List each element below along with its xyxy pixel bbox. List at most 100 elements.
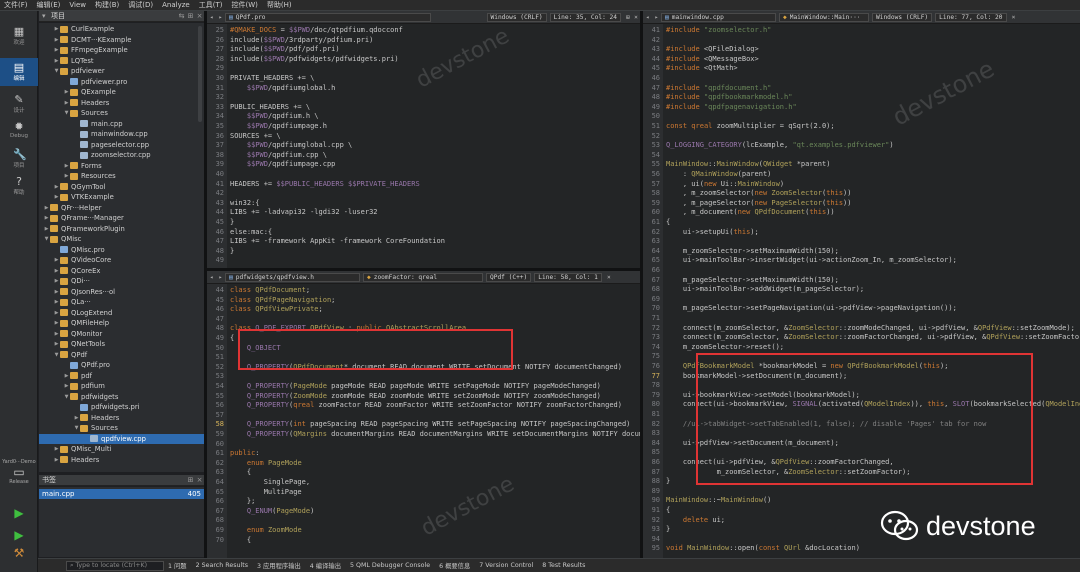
- tree-item[interactable]: pageselector.cpp: [39, 140, 204, 151]
- forward-icon[interactable]: ▸: [216, 14, 225, 21]
- close-icon[interactable]: ×: [605, 274, 613, 281]
- editor-qpdf-pro[interactable]: 25 #QMAKE_DOCS = $$PWD/doc/qtpdfium.qdocc…: [207, 24, 640, 268]
- chevron-right-icon[interactable]: ▶: [53, 194, 60, 200]
- tree-item[interactable]: ▶ QFr···Helper: [39, 203, 204, 214]
- tree-item[interactable]: ▶ QFrame···Manager: [39, 213, 204, 224]
- tree-item[interactable]: ▶ CurlExample: [39, 24, 204, 35]
- tree-item[interactable]: ▶ LQTest: [39, 56, 204, 67]
- encoding-label[interactable]: Windows (CRLF): [872, 12, 933, 22]
- tree-item[interactable]: main.cpp: [39, 119, 204, 130]
- chevron-right-icon[interactable]: ▶: [53, 58, 60, 64]
- tree-item[interactable]: pdfviewer.pro: [39, 77, 204, 88]
- menu-item[interactable]: 控件(W): [231, 0, 257, 10]
- tree-item[interactable]: QMisc.pro: [39, 245, 204, 256]
- tree-item[interactable]: ▶ DCMT···KExample: [39, 35, 204, 46]
- tree-item[interactable]: ▶ QGymTool: [39, 182, 204, 193]
- tree-item[interactable]: ▶ Forms: [39, 161, 204, 172]
- split-icon[interactable]: ⊞: [624, 14, 632, 21]
- chevron-right-icon[interactable]: ▶: [63, 163, 70, 169]
- tree-scrollbar[interactable]: [198, 26, 202, 122]
- tree-item[interactable]: mainwindow.cpp: [39, 129, 204, 140]
- output-pane-tab[interactable]: 8 Test Results: [542, 562, 585, 569]
- chevron-right-icon[interactable]: ▶: [53, 341, 60, 347]
- tree-item[interactable]: ▼ QMisc: [39, 234, 204, 245]
- language-label[interactable]: QPdf (C++): [486, 272, 532, 282]
- back-icon[interactable]: ◂: [207, 14, 216, 21]
- chevron-down-icon[interactable]: ▼: [53, 68, 60, 74]
- encoding-label[interactable]: Windows (CRLF): [486, 12, 547, 22]
- chevron-right-icon[interactable]: ▶: [53, 26, 60, 32]
- chevron-right-icon[interactable]: ▶: [53, 47, 60, 53]
- chevron-down-icon[interactable]: ▼: [53, 352, 60, 358]
- tree-item[interactable]: ▶ pdfium: [39, 381, 204, 392]
- output-pane-tab[interactable]: 2 Search Results: [196, 562, 248, 569]
- chevron-right-icon[interactable]: ▶: [63, 100, 70, 106]
- tree-item[interactable]: ▼ Sources: [39, 423, 204, 434]
- tree-item[interactable]: ▼ QPdf: [39, 350, 204, 361]
- chevron-down-icon[interactable]: ▼: [63, 110, 70, 116]
- forward-icon[interactable]: ▸: [652, 14, 661, 21]
- file-selector[interactable]: ▤ pdfwidgets/qpdfview.h: [225, 272, 360, 282]
- chevron-right-icon[interactable]: ▶: [43, 226, 50, 232]
- chevron-right-icon[interactable]: ▶: [53, 457, 60, 463]
- chevron-right-icon[interactable]: ▶: [53, 331, 60, 337]
- tree-item[interactable]: QPdf.pro: [39, 360, 204, 371]
- chevron-right-icon[interactable]: ▶: [53, 37, 60, 43]
- mode-grid[interactable]: ▦ 欢迎: [0, 22, 38, 46]
- back-icon[interactable]: ◂: [207, 274, 216, 281]
- close-icon[interactable]: ×: [195, 476, 204, 484]
- split-icon[interactable]: ⊞: [186, 12, 195, 20]
- tree-item[interactable]: ▶ QCoreEx: [39, 266, 204, 277]
- tree-item[interactable]: ▶ QVideoCore: [39, 255, 204, 266]
- tree-item[interactable]: ▶ QMFileHelp: [39, 318, 204, 329]
- tree-item[interactable]: ▶ QFrameworkPlugin: [39, 224, 204, 235]
- hammer-icon[interactable]: ⚒: [10, 546, 28, 560]
- tree-item[interactable]: ▶ FFmpegExample: [39, 45, 204, 56]
- menu-item[interactable]: 文件(F): [4, 0, 28, 10]
- output-pane-tab[interactable]: 7 Version Control: [479, 562, 533, 569]
- cursor-position[interactable]: Line: 58, Col: 1: [534, 272, 602, 282]
- tree-item[interactable]: ▶ QMisc_Multi: [39, 444, 204, 455]
- tree-item[interactable]: ▶ QJsonRes···ol: [39, 287, 204, 298]
- tree-item[interactable]: ▶ Headers: [39, 98, 204, 109]
- project-tree[interactable]: ▶ CurlExample ▶ DCMT···KExample ▶ FFmpegExamp…: [39, 23, 204, 472]
- mode-bug[interactable]: ✹ Debug: [0, 117, 38, 141]
- chevron-down-icon[interactable]: ▼: [43, 236, 50, 242]
- output-pane-tab[interactable]: 3 应用程序输出: [257, 561, 301, 570]
- chevron-right-icon[interactable]: ▶: [43, 215, 50, 221]
- chevron-down-icon[interactable]: ▼: [63, 394, 70, 400]
- mode-pen[interactable]: ✎ 设计: [0, 90, 38, 114]
- symbol-selector[interactable]: ◆ MainWindow::Main···: [779, 12, 869, 22]
- back-icon[interactable]: ◂: [643, 14, 652, 21]
- output-pane-tab[interactable]: 5 QML Debugger Console: [350, 562, 430, 569]
- chevron-right-icon[interactable]: ▶: [53, 257, 60, 263]
- tree-item[interactable]: ▶ QDi···: [39, 276, 204, 287]
- tree-item[interactable]: zoomselector.cpp: [39, 150, 204, 161]
- tree-item[interactable]: ▶ Headers: [39, 413, 204, 424]
- tree-item[interactable]: ▶ Headers: [39, 455, 204, 466]
- chevron-right-icon[interactable]: ▶: [73, 415, 80, 421]
- symbol-selector[interactable]: ◆ zoomFactor: qreal: [363, 272, 483, 282]
- menu-item[interactable]: 编辑(E): [37, 0, 61, 10]
- output-pane-tab[interactable]: 1 问题: [168, 561, 187, 570]
- menu-item[interactable]: 工具(T): [199, 0, 223, 10]
- chevron-right-icon[interactable]: ▶: [63, 383, 70, 389]
- cursor-position[interactable]: Line: 35, Col: 24: [549, 12, 621, 22]
- mode-edit[interactable]: ▤ 编辑: [0, 58, 38, 86]
- editor-mainwindow-cpp[interactable]: 41 #include "zoomselector.h" 42 43 #include …: [643, 24, 1080, 558]
- mode-wrench[interactable]: 🔧 项目: [0, 145, 38, 169]
- tree-item[interactable]: ▶ QMonitor: [39, 329, 204, 340]
- close-icon[interactable]: ×: [1010, 14, 1018, 21]
- filter-icon[interactable]: ▾: [42, 12, 51, 20]
- tree-item[interactable]: ▶ pdf: [39, 371, 204, 382]
- menu-item[interactable]: 帮助(H): [267, 0, 292, 10]
- chevron-right-icon[interactable]: ▶: [63, 89, 70, 95]
- close-icon[interactable]: ×: [632, 14, 640, 21]
- chevron-right-icon[interactable]: ▶: [63, 373, 70, 379]
- file-selector[interactable]: ▤ QPdf.pro: [225, 12, 431, 22]
- kit-selector[interactable]: Yard0···Demo ▭ Release: [1, 459, 37, 485]
- output-pane-tab[interactable]: 4 编译输出: [310, 561, 341, 570]
- tree-item[interactable]: ▶ Resources: [39, 171, 204, 182]
- tree-item[interactable]: ▼ Sources: [39, 108, 204, 119]
- editor-qpdfview-h[interactable]: 44 class QPdfDocument; 45 class QPdfPageNav…: [207, 284, 640, 558]
